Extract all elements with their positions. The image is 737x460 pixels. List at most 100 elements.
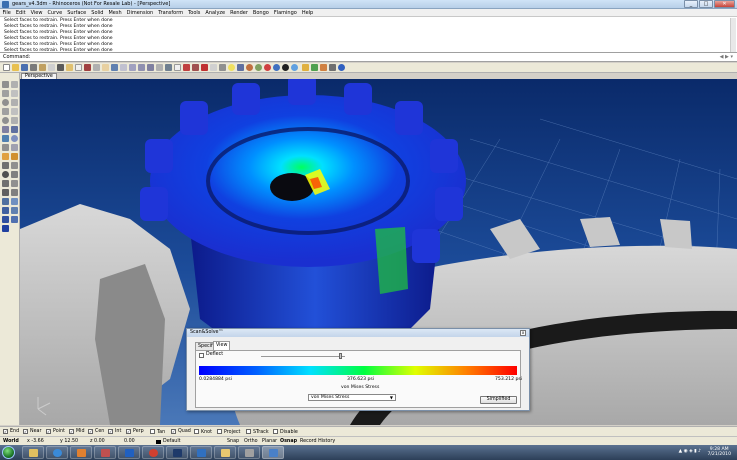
osnap-tan[interactable]: Tan bbox=[150, 429, 165, 435]
print-icon[interactable] bbox=[30, 64, 37, 71]
history-scrollbar[interactable] bbox=[730, 18, 736, 52]
osnap-point[interactable]: ✓ Point bbox=[46, 429, 65, 434]
layer-icon[interactable] bbox=[192, 64, 199, 71]
rotate-icon[interactable] bbox=[2, 189, 9, 196]
taskbar-media[interactable] bbox=[70, 446, 92, 459]
boolean-icon[interactable] bbox=[11, 144, 18, 151]
taskbar-app5[interactable] bbox=[118, 446, 140, 459]
scan-solve-icon[interactable] bbox=[2, 225, 9, 232]
minimize-button[interactable]: _ bbox=[684, 0, 698, 8]
deflection-slider[interactable] bbox=[261, 356, 345, 357]
osnap-project[interactable]: Project bbox=[217, 429, 240, 435]
osnap-knot[interactable]: Knot bbox=[194, 429, 212, 435]
grid-icon[interactable] bbox=[165, 64, 172, 71]
scale-icon[interactable] bbox=[11, 189, 18, 196]
fillet-icon[interactable] bbox=[2, 162, 9, 169]
texture-sphere-icon[interactable] bbox=[273, 64, 280, 71]
dimension-icon[interactable] bbox=[2, 153, 9, 160]
taskbar-chrome[interactable] bbox=[142, 446, 164, 459]
taskbar-rhino-active[interactable] bbox=[262, 446, 284, 459]
text-icon[interactable] bbox=[11, 153, 18, 160]
open-folder-icon[interactable] bbox=[12, 64, 19, 71]
mesh-icon[interactable] bbox=[2, 144, 9, 151]
start-button[interactable] bbox=[2, 446, 15, 459]
copy-icon[interactable] bbox=[48, 64, 55, 71]
select-arrow-icon[interactable] bbox=[2, 81, 9, 88]
pan-hand-icon[interactable] bbox=[102, 64, 109, 71]
tab-view[interactable]: View bbox=[213, 341, 231, 350]
dark-sphere-icon[interactable] bbox=[282, 64, 289, 71]
status-layer[interactable]: Default bbox=[163, 439, 181, 444]
box-icon[interactable] bbox=[2, 135, 9, 142]
mirror-icon[interactable] bbox=[11, 198, 18, 205]
help-icon[interactable] bbox=[338, 64, 345, 71]
menu-curve[interactable]: Curve bbox=[45, 9, 65, 17]
osnap-cen[interactable]: ✓ Cen bbox=[88, 429, 104, 434]
status-snap[interactable]: Snap bbox=[227, 439, 239, 444]
taskbar-explorer[interactable] bbox=[22, 446, 44, 459]
rotate-view-icon[interactable] bbox=[111, 64, 118, 71]
flamingo-icon[interactable] bbox=[302, 64, 309, 71]
result-quantity-select[interactable]: von Mises Stress ▼ bbox=[308, 394, 396, 401]
wireframe-icon[interactable] bbox=[210, 64, 217, 71]
new-file-icon[interactable] bbox=[3, 64, 10, 71]
material-sphere-icon[interactable] bbox=[246, 64, 253, 71]
menu-render[interactable]: Render bbox=[228, 9, 251, 17]
menu-surface[interactable]: Surface bbox=[65, 9, 89, 17]
deflection-slider-thumb[interactable] bbox=[339, 353, 342, 359]
command-nav-icons[interactable]: ◀ ▶ ▾ bbox=[720, 54, 733, 60]
plugin-icon[interactable] bbox=[311, 64, 318, 71]
rectangle-icon[interactable] bbox=[2, 108, 9, 115]
array-icon[interactable] bbox=[2, 198, 9, 205]
menu-analyze[interactable]: Analyze bbox=[203, 9, 228, 17]
block-icon[interactable] bbox=[11, 216, 18, 223]
taskbar-ie[interactable] bbox=[46, 446, 68, 459]
zoom-icon[interactable] bbox=[120, 64, 127, 71]
dialog-close-button[interactable]: x bbox=[520, 330, 526, 336]
light-bulb-icon[interactable] bbox=[228, 64, 235, 71]
circle-icon[interactable] bbox=[2, 99, 9, 106]
cplane-icon[interactable] bbox=[174, 64, 181, 71]
four-viewports-icon[interactable] bbox=[156, 64, 163, 71]
curve-icon[interactable] bbox=[11, 90, 18, 97]
status-ortho[interactable]: Ortho bbox=[244, 439, 258, 444]
status-planar[interactable]: Planar bbox=[262, 439, 277, 444]
trim-icon[interactable] bbox=[11, 162, 18, 169]
arc-icon[interactable] bbox=[11, 99, 18, 106]
deflect-checkbox[interactable] bbox=[199, 353, 204, 358]
undo-icon[interactable] bbox=[84, 64, 91, 71]
close-button[interactable]: ✕ bbox=[714, 0, 735, 8]
osnap-perp[interactable]: ✓ Perp bbox=[126, 429, 144, 434]
maximize-button[interactable]: □ bbox=[699, 0, 713, 8]
polygon-icon[interactable] bbox=[11, 108, 18, 115]
zoom-extents-icon[interactable] bbox=[138, 64, 145, 71]
group-icon[interactable] bbox=[2, 207, 9, 214]
osnap-strack[interactable]: STrack bbox=[246, 429, 269, 435]
globe-icon[interactable] bbox=[291, 64, 298, 71]
taskbar-app4[interactable] bbox=[94, 446, 116, 459]
osnap-disable[interactable]: Disable bbox=[273, 429, 298, 435]
taskbar-clock[interactable]: 9:28 AM 7/21/2010 bbox=[707, 447, 731, 457]
analyze-icon[interactable] bbox=[2, 171, 9, 178]
properties-icon[interactable] bbox=[39, 64, 46, 71]
render-icon[interactable] bbox=[237, 64, 244, 71]
options-icon[interactable] bbox=[329, 64, 336, 71]
select-icon[interactable] bbox=[93, 64, 100, 71]
menu-file[interactable]: File bbox=[0, 9, 13, 17]
menu-mesh[interactable]: Mesh bbox=[106, 9, 124, 17]
freeform-icon[interactable] bbox=[11, 117, 18, 124]
osnap-near[interactable]: ✓ Near bbox=[23, 429, 41, 434]
sphere-icon[interactable] bbox=[11, 135, 18, 142]
move-icon[interactable] bbox=[2, 180, 9, 187]
taskbar-outlook[interactable] bbox=[190, 446, 212, 459]
menu-help[interactable]: Help bbox=[299, 9, 315, 17]
copy-clipboard-icon[interactable] bbox=[75, 64, 82, 71]
command-line[interactable]: Command: bbox=[0, 53, 737, 62]
paste-icon[interactable] bbox=[66, 64, 73, 71]
cut-icon[interactable] bbox=[57, 64, 64, 71]
osnap-end[interactable]: ✓ End bbox=[3, 429, 19, 434]
osnap-mid[interactable]: ✓ Mid bbox=[69, 429, 85, 434]
menu-tools[interactable]: Tools bbox=[186, 9, 203, 17]
point-icon[interactable] bbox=[11, 81, 18, 88]
osnap-icon[interactable] bbox=[183, 64, 190, 71]
